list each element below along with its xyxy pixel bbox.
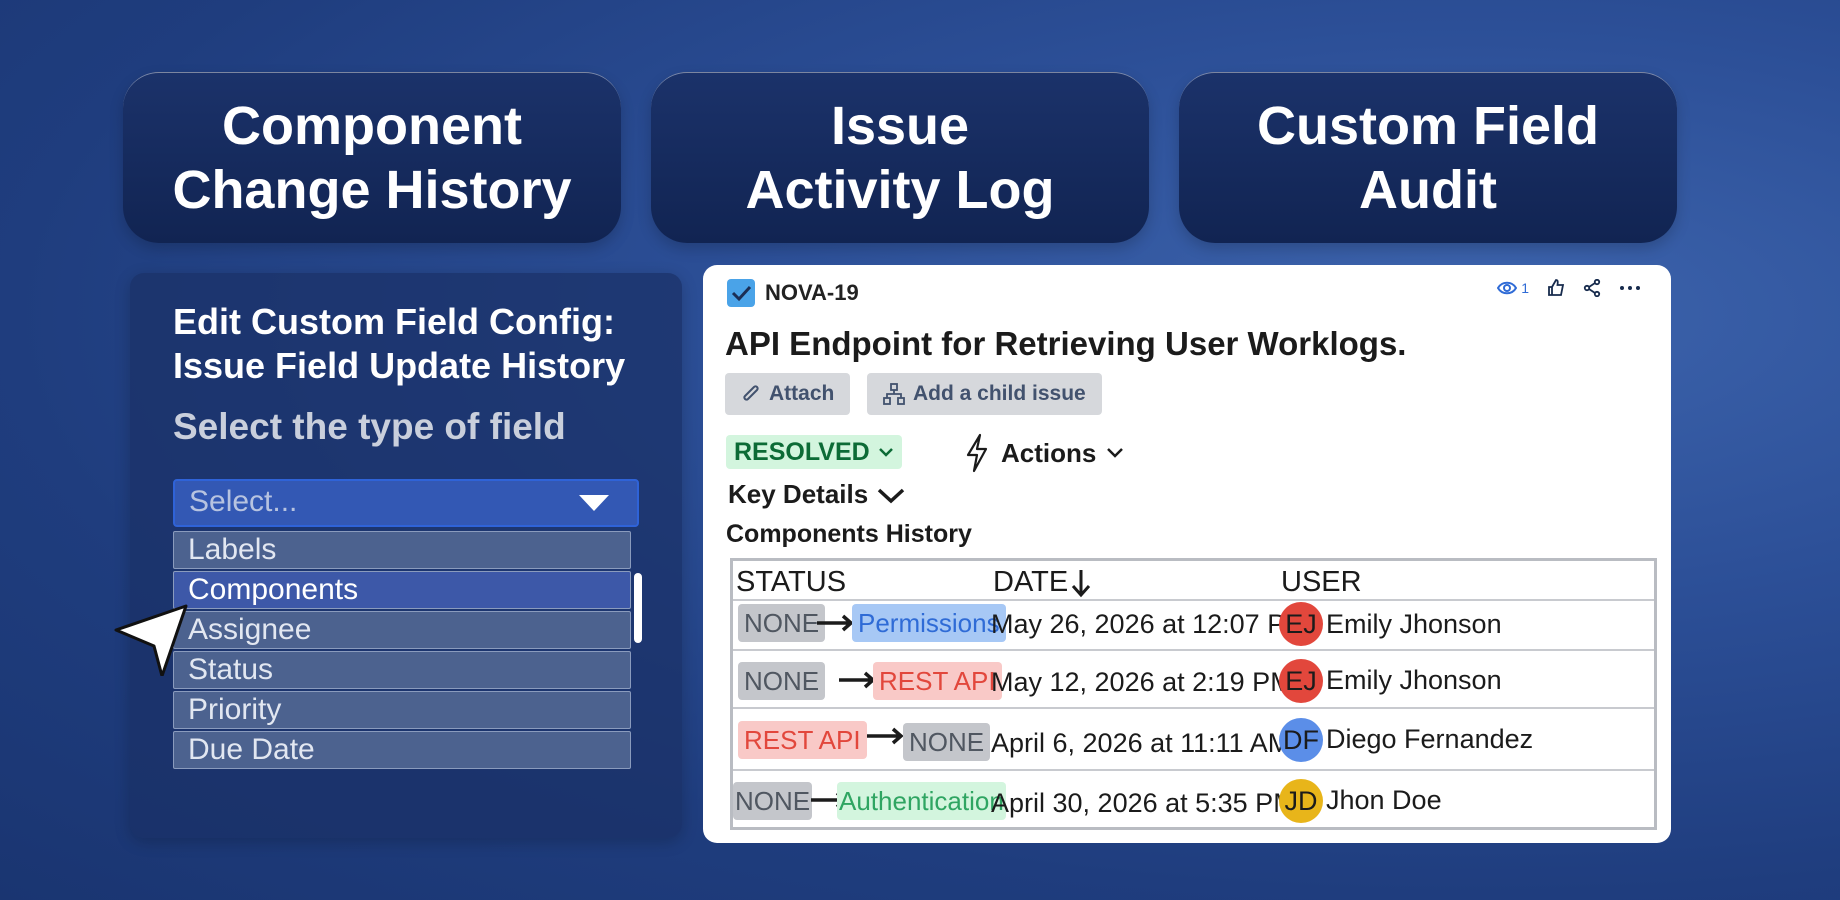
issue-key[interactable]: NOVA-19	[765, 280, 859, 306]
chevron-down-icon	[878, 448, 893, 457]
status-label: RESOLVED	[734, 437, 870, 466]
row-date: April 30, 2026 at 5:35 PM	[991, 788, 1296, 818]
header-divider	[733, 599, 1654, 601]
row-user: Emily Jhonson	[1326, 609, 1502, 639]
arrow-right-icon	[839, 671, 876, 689]
status-from-lozenge: REST API	[738, 721, 867, 759]
key-details-label: Key Details	[728, 479, 869, 509]
status-from-lozenge: NONE	[738, 662, 826, 700]
avatar[interactable]: EJ	[1279, 602, 1323, 646]
option-priority[interactable]: Priority	[173, 691, 631, 729]
field-type-options: Labels Components Assignee Status Priori…	[173, 531, 633, 801]
watchers-count: 1	[1521, 280, 1529, 296]
row-date: April 6, 2026 at 11:11 AM	[991, 728, 1291, 758]
option-status[interactable]: Status	[173, 651, 631, 689]
row-user: Jhon Doe	[1326, 785, 1442, 815]
row-divider	[733, 769, 1654, 771]
panel-subtitle: Select the type of field	[173, 406, 566, 447]
arrow-right-icon	[817, 614, 854, 632]
status-to-lozenge: Permissions	[852, 604, 1006, 642]
add-child-label: Add a child issue	[913, 382, 1086, 405]
status-to-lozenge: REST API	[873, 662, 1002, 700]
status-to-lozenge: Authentication	[837, 782, 1006, 820]
options-scrollbar[interactable]	[634, 573, 642, 643]
custom-field-config-panel: Edit Custom Field Config: Issue Field Up…	[130, 273, 682, 838]
issue-toolbar: 1	[1497, 279, 1641, 297]
row-user: Diego Fernandez	[1326, 724, 1534, 754]
status-to-lozenge: NONE	[903, 723, 991, 761]
option-labels[interactable]: Labels	[173, 531, 631, 569]
issue-summary[interactable]: API Endpoint for Retrieving User Worklog…	[725, 325, 1406, 363]
row-divider	[733, 649, 1654, 651]
key-details-toggle[interactable]: Key Details	[728, 479, 906, 510]
row-date: May 26, 2026 at 12:07 PM	[991, 609, 1308, 639]
arrow-right-icon	[867, 727, 904, 745]
chevron-down-icon	[1107, 448, 1124, 458]
tile-label: Component Change History	[172, 96, 572, 220]
hierarchy-icon	[883, 383, 905, 405]
add-child-issue-button[interactable]: Add a child issue	[867, 373, 1102, 415]
arrow-down-icon	[1072, 569, 1091, 597]
share-icon[interactable]	[1583, 279, 1601, 297]
tile-custom-field-audit[interactable]: Custom Field Audit	[1179, 72, 1677, 243]
tile-component-change-history[interactable]: Component Change History	[123, 72, 621, 243]
lightning-icon	[966, 433, 988, 473]
date-header-label: DATE	[993, 566, 1069, 598]
avatar[interactable]: DF	[1279, 718, 1323, 762]
tile-issue-activity-log[interactable]: Issue Activity Log	[651, 72, 1149, 243]
select-placeholder: Select...	[189, 485, 298, 518]
panel-title: Edit Custom Field Config: Issue Field Up…	[173, 301, 626, 386]
paperclip-icon	[743, 385, 759, 401]
status-from-lozenge: NONE	[733, 782, 813, 820]
field-type-select[interactable]: Select...	[173, 479, 639, 527]
column-header-status[interactable]: STATUS	[736, 566, 846, 599]
thumbs-up-icon[interactable]	[1547, 279, 1565, 297]
watch-button[interactable]: 1	[1497, 280, 1529, 296]
column-header-date[interactable]: DATE	[993, 566, 1092, 599]
row-user: Emily Jhonson	[1326, 665, 1502, 695]
caret-down-icon[interactable]	[579, 495, 609, 511]
actions-dropdown[interactable]: Actions	[963, 433, 1124, 473]
avatar[interactable]: EJ	[1279, 659, 1323, 703]
attach-label: Attach	[769, 382, 835, 405]
option-components[interactable]: Components	[173, 571, 631, 609]
cursor-pointer-icon	[114, 604, 188, 676]
column-header-user[interactable]: USER	[1281, 566, 1362, 599]
actions-label: Actions	[1001, 437, 1097, 468]
chevron-down-icon	[878, 488, 905, 503]
tile-label: Custom Field Audit	[1256, 96, 1599, 220]
avatar[interactable]: JD	[1279, 779, 1323, 823]
attach-button[interactable]: Attach	[725, 373, 851, 415]
status-from-lozenge: NONE	[738, 604, 826, 642]
issue-card: NOVA-19 1 API Endpoint for Retrieving Us…	[703, 265, 1671, 843]
option-due-date[interactable]: Due Date	[173, 731, 631, 769]
components-history-heading: Components History	[726, 520, 972, 548]
tile-label: Issue Activity Log	[745, 96, 1055, 220]
more-icon[interactable]	[1619, 285, 1641, 291]
status-dropdown[interactable]: RESOLVED	[726, 435, 902, 469]
components-history-table: STATUS DATE USER NONE Permissions May 26…	[730, 558, 1657, 830]
eye-icon	[1497, 281, 1518, 295]
row-date: May 12, 2026 at 2:19 PM	[991, 667, 1293, 697]
option-assignee[interactable]: Assignee	[173, 611, 631, 649]
row-divider	[733, 707, 1654, 709]
checkbox-icon	[727, 279, 755, 307]
issue-key-row[interactable]: NOVA-19	[727, 279, 859, 307]
